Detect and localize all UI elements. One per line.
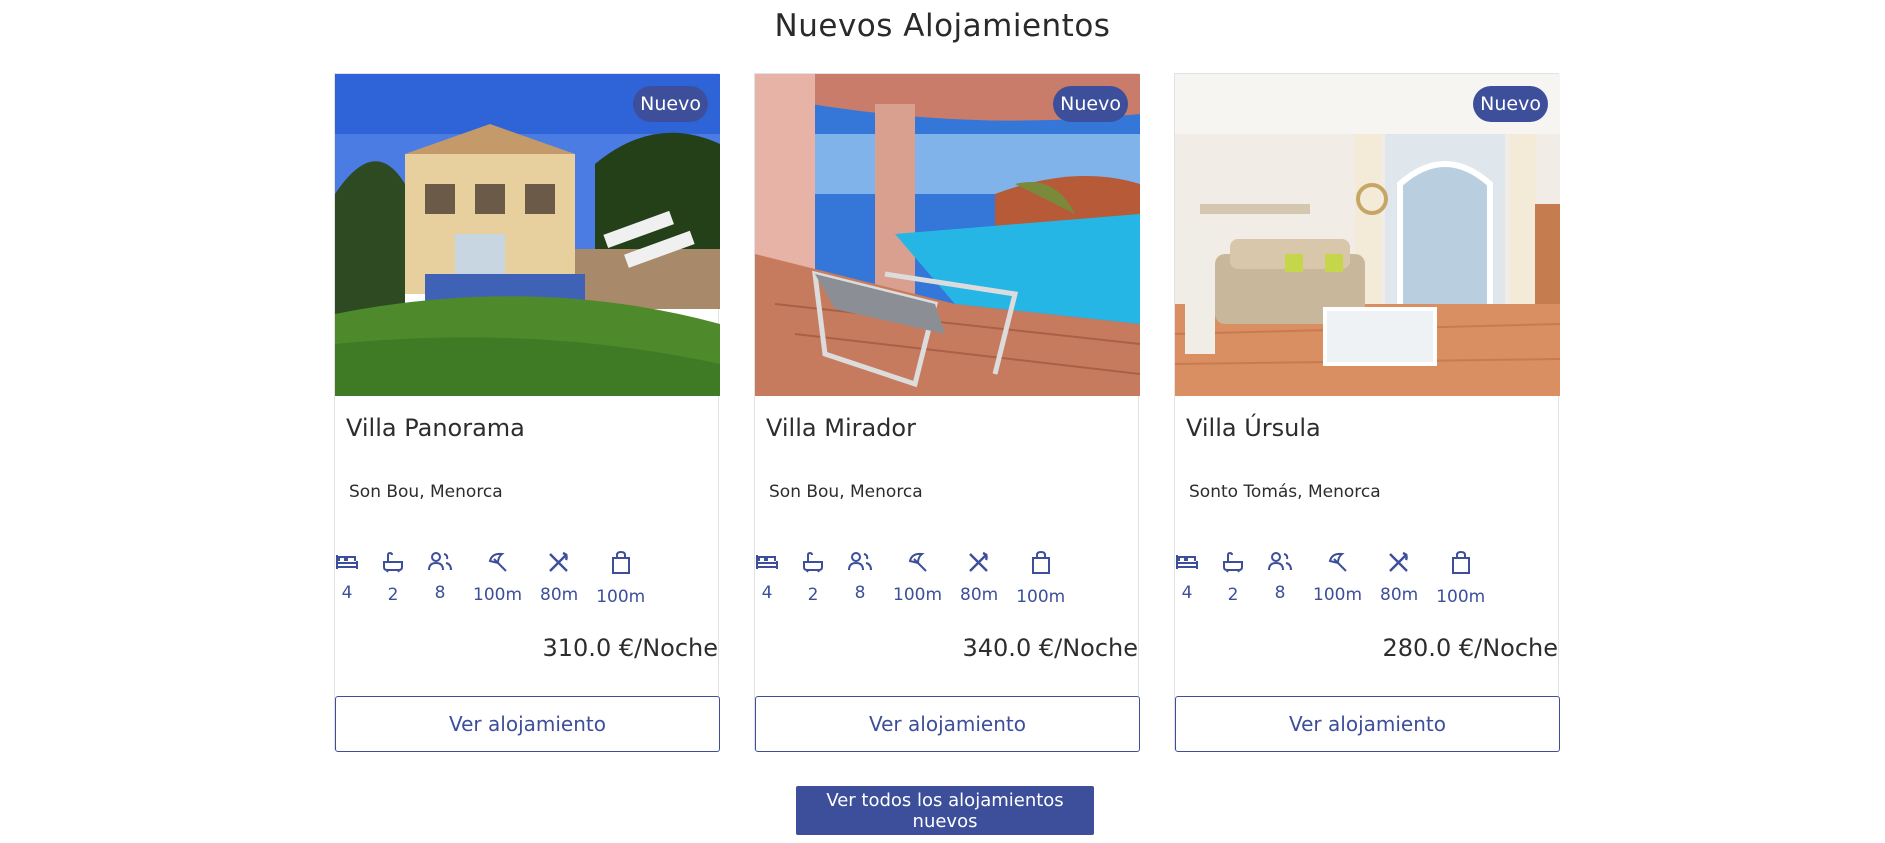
feature-bathrooms: 2: [1221, 551, 1245, 607]
restaurant-icon: [969, 551, 988, 572]
section-title: Nuevos Alojamientos: [774, 8, 1111, 44]
feature-bedrooms: 4: [335, 551, 359, 607]
property-features: 4 2 8 100m 80m 100m: [1175, 551, 1495, 607]
property-location: Son Bou, Menorca: [349, 482, 503, 502]
people-icon: [428, 552, 452, 571]
property-name[interactable]: Villa Úrsula: [1186, 414, 1321, 442]
property-name[interactable]: Villa Panorama: [346, 414, 525, 442]
feature-value: 2: [807, 585, 819, 605]
feature-value: 4: [761, 583, 773, 603]
new-badge: Nuevo: [633, 86, 708, 122]
new-badge: Nuevo: [1053, 86, 1128, 122]
feature-beach-distance: 100m: [1313, 551, 1362, 607]
shopping-bag-icon: [611, 551, 630, 574]
property-location: Sonto Tomás, Menorca: [1189, 482, 1381, 502]
new-badge: Nuevo: [1473, 86, 1548, 122]
feature-value: 100m: [1313, 585, 1363, 605]
beach-umbrella-icon: [908, 552, 927, 572]
restaurant-icon: [549, 551, 568, 572]
feature-bathrooms: 2: [801, 551, 825, 607]
feature-shop-distance: 100m: [1436, 551, 1485, 607]
feature-value: 100m: [596, 587, 646, 607]
property-features: 4 2 8 100m 80m 100m: [755, 551, 1075, 607]
feature-value: 8: [434, 583, 446, 603]
shopping-bag-icon: [1451, 551, 1470, 574]
property-location: Son Bou, Menorca: [769, 482, 923, 502]
restaurant-icon: [1389, 551, 1408, 572]
bed-icon: [336, 555, 358, 569]
feature-value: 100m: [893, 585, 943, 605]
bathtub-icon: [1223, 551, 1243, 573]
property-card: Nuevo Villa Panorama Son Bou, Menorca 4 …: [334, 73, 720, 752]
property-name[interactable]: Villa Mirador: [766, 414, 916, 442]
bed-icon: [756, 555, 778, 569]
property-card: Nuevo Villa Úrsula Sonto Tomás, Menorca …: [1174, 73, 1560, 752]
feature-guests: 8: [427, 551, 453, 607]
people-icon: [1268, 552, 1292, 571]
property-price: 310.0 €/Noche: [542, 634, 719, 662]
property-price: 340.0 €/Noche: [962, 634, 1139, 662]
feature-value: 8: [854, 583, 866, 603]
feature-value: 4: [341, 583, 353, 603]
view-property-button[interactable]: Ver alojamiento: [335, 696, 720, 752]
feature-value: 80m: [540, 585, 579, 605]
property-cards: Nuevo Villa Panorama Son Bou, Menorca 4 …: [334, 73, 1560, 752]
feature-restaurant-distance: 80m: [540, 551, 578, 607]
feature-bedrooms: 4: [1175, 551, 1199, 607]
feature-beach-distance: 100m: [473, 551, 522, 607]
beach-umbrella-icon: [488, 552, 507, 572]
feature-bedrooms: 4: [755, 551, 779, 607]
bed-icon: [1176, 555, 1198, 569]
view-all-new-button[interactable]: Ver todos los alojamientos nuevos: [796, 786, 1094, 835]
shopping-bag-icon: [1031, 551, 1050, 574]
bathtub-icon: [803, 551, 823, 573]
view-property-button[interactable]: Ver alojamiento: [755, 696, 1140, 752]
feature-shop-distance: 100m: [1016, 551, 1065, 607]
property-photo[interactable]: Nuevo: [335, 74, 720, 396]
feature-value: 80m: [1380, 585, 1419, 605]
property-price: 280.0 €/Noche: [1382, 634, 1559, 662]
feature-value: 4: [1181, 583, 1193, 603]
feature-value: 100m: [473, 585, 523, 605]
feature-guests: 8: [1267, 551, 1293, 607]
property-photo[interactable]: Nuevo: [755, 74, 1140, 396]
feature-bathrooms: 2: [381, 551, 405, 607]
feature-guests: 8: [847, 551, 873, 607]
property-card: Nuevo Villa Mirador Son Bou, Menorca 4 2…: [754, 73, 1140, 752]
property-features: 4 2 8 100m 80m 100m: [335, 551, 655, 607]
feature-restaurant-distance: 80m: [960, 551, 998, 607]
feature-value: 100m: [1016, 587, 1066, 607]
feature-value: 80m: [960, 585, 999, 605]
view-property-button[interactable]: Ver alojamiento: [1175, 696, 1560, 752]
feature-value: 2: [1227, 585, 1239, 605]
beach-umbrella-icon: [1328, 552, 1347, 572]
feature-restaurant-distance: 80m: [1380, 551, 1418, 607]
property-photo[interactable]: Nuevo: [1175, 74, 1560, 396]
bathtub-icon: [383, 551, 403, 573]
feature-value: 100m: [1436, 587, 1486, 607]
people-icon: [848, 552, 872, 571]
feature-value: 8: [1274, 583, 1286, 603]
feature-shop-distance: 100m: [596, 551, 645, 607]
feature-value: 2: [387, 585, 399, 605]
feature-beach-distance: 100m: [893, 551, 942, 607]
